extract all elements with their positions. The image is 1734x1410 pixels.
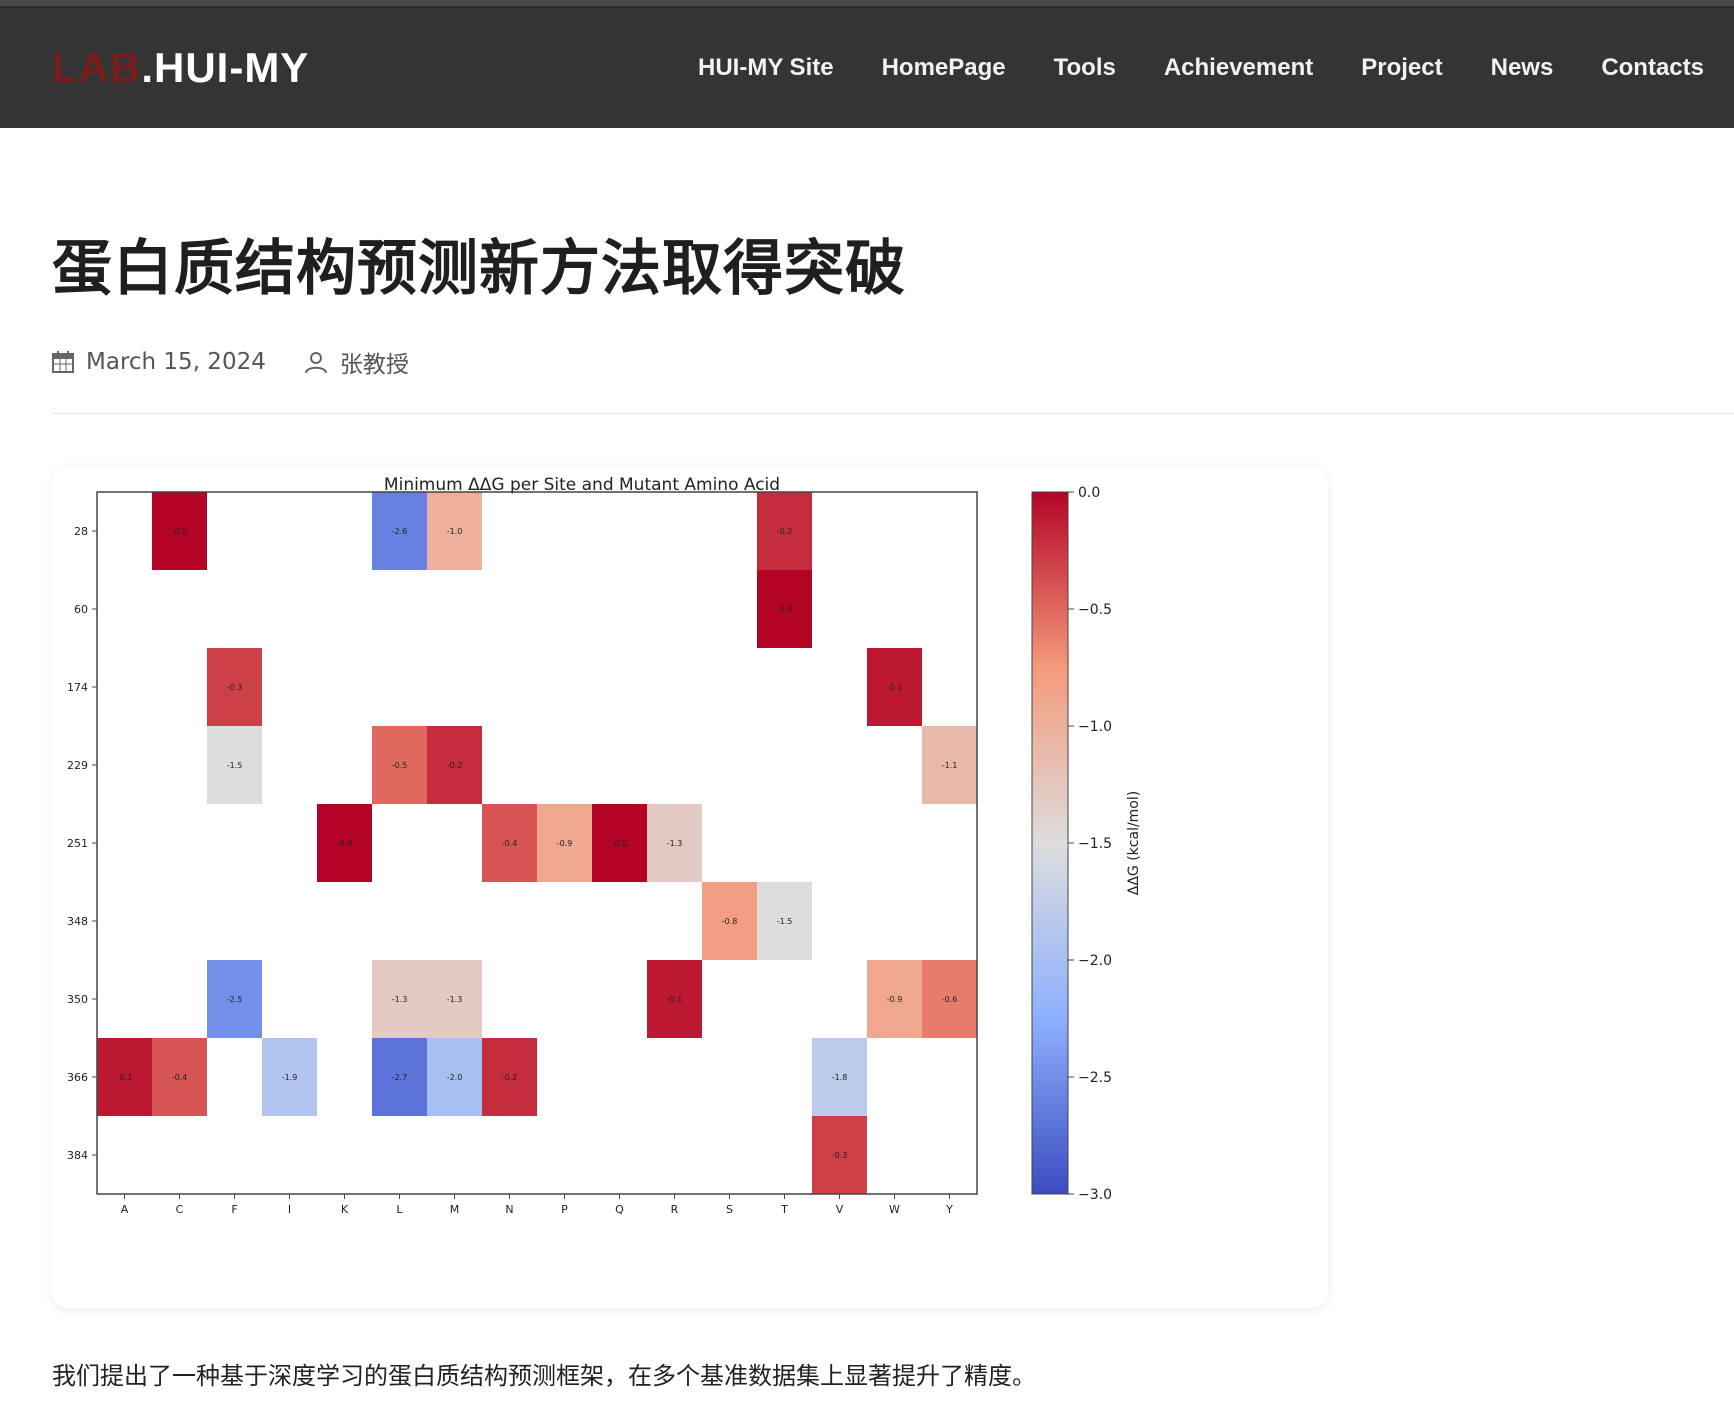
x-tick-label: P (561, 1203, 568, 1216)
divider (52, 413, 1734, 414)
cell-label: -0.0 (777, 605, 793, 614)
author-meta: 张教授 (304, 345, 409, 379)
x-tick-label: L (396, 1203, 403, 1216)
y-tick-label: 384 (67, 1149, 88, 1162)
colorbar-tick-label: −3.0 (1078, 1187, 1112, 1203)
site-logo[interactable]: LAB.HUI-MY (52, 44, 309, 92)
y-tick-label: 366 (67, 1071, 88, 1084)
cell-label: -0.3 (227, 683, 243, 692)
x-tick-label: F (231, 1203, 237, 1216)
cell-label: -2.7 (392, 1073, 408, 1082)
x-tick-label: S (726, 1203, 733, 1216)
nav-tools[interactable]: Tools (1054, 54, 1116, 82)
cell-label: -1.0 (447, 527, 463, 536)
y-tick-label: 60 (74, 603, 88, 616)
nav-project[interactable]: Project (1361, 54, 1442, 82)
cell-label: -0.9 (557, 839, 573, 848)
y-tick-label: 350 (67, 993, 88, 1006)
cell-label: -1.9 (282, 1073, 298, 1082)
cell-label: -0.2 (777, 527, 793, 536)
x-tick-label: Q (615, 1203, 624, 1216)
y-tick-label: 348 (67, 915, 88, 928)
cell-label: -0.8 (722, 917, 738, 926)
article-date: March 15, 2024 (86, 349, 266, 375)
nav-achievement[interactable]: Achievement (1164, 54, 1313, 82)
nav-hui-my-site[interactable]: HUI-MY Site (698, 54, 834, 82)
cell-label: -0.1 (117, 1073, 133, 1082)
cell-label: -1.5 (227, 761, 243, 770)
x-tick-label: I (288, 1203, 291, 1216)
main-nav: HUI-MY Site HomePage Tools Achievement P… (650, 54, 1704, 82)
colorbar-tick-label: −0.5 (1078, 602, 1112, 618)
article-title: 蛋白质结构预测新方法取得突破 (52, 234, 906, 304)
navbar: LAB.HUI-MY HUI-MY Site HomePage Tools Ac… (0, 8, 1734, 128)
article-body: 我们提出了一种基于深度学习的蛋白质结构预测框架，在多个基准数据集上显著提升了精度… (52, 1362, 1036, 1390)
top-border (0, 0, 1734, 8)
nav-homepage[interactable]: HomePage (882, 54, 1006, 82)
cell-label: -0.4 (502, 839, 518, 848)
cell-label: -1.8 (832, 1073, 848, 1082)
article: 蛋白质结构预测新方法取得突破 March 15, 2024 张教授 Minimu… (0, 220, 1734, 1391)
cell-label: -1.3 (392, 995, 408, 1004)
colorbar-tick-label: 0.0 (1078, 485, 1100, 501)
x-tick-label: R (671, 1203, 679, 1216)
article-meta: March 15, 2024 张教授 (52, 345, 1734, 379)
colorbar-tick-label: −1.0 (1078, 719, 1112, 735)
nav-news[interactable]: News (1491, 54, 1554, 82)
x-tick-label: K (341, 1203, 349, 1216)
cell-label: -0.0 (172, 527, 188, 536)
brand-suffix: .HUI-MY (141, 44, 310, 91)
cell-label: -2.5 (227, 995, 243, 1004)
cell-label: -1.3 (447, 995, 463, 1004)
cell-label: -1.3 (667, 839, 683, 848)
cell-label: -0.6 (942, 995, 958, 1004)
y-tick-label: 229 (67, 759, 88, 772)
x-tick-label: M (450, 1203, 460, 1216)
cell-label: -0.3 (832, 1151, 848, 1160)
cell-label: -2.6 (392, 527, 408, 536)
colorbar-label: ΔΔG (kcal/mol) (1126, 791, 1142, 895)
cell-label: -1.1 (942, 761, 958, 770)
x-tick-label: T (780, 1203, 788, 1216)
y-tick-label: 28 (74, 525, 88, 538)
cell-label: -0.2 (502, 1073, 518, 1082)
cell-label: -0.4 (172, 1073, 188, 1082)
cell-label: -2.0 (447, 1073, 463, 1082)
brand-prefix: LAB (52, 44, 142, 91)
cell-label: -0.9 (887, 995, 903, 1004)
colorbar-tick-label: −1.5 (1078, 836, 1112, 852)
article-author: 张教授 (339, 352, 409, 378)
heatmap-figure: Minimum ΔΔG per Site and Mutant Amino Ac… (52, 466, 1328, 1308)
nav-contacts[interactable]: Contacts (1601, 54, 1704, 82)
cell-label: -0.5 (392, 761, 408, 770)
heatmap-chart: Minimum ΔΔG per Site and Mutant Amino Ac… (67, 475, 1142, 1216)
x-tick-label: W (889, 1203, 900, 1216)
calendar-icon (52, 351, 74, 373)
date-meta: March 15, 2024 (52, 349, 266, 375)
colorbar (1031, 491, 1069, 1195)
x-tick-label: V (836, 1203, 844, 1216)
cell-label: -0.1 (667, 995, 683, 1004)
colorbar-tick-label: −2.0 (1078, 953, 1112, 969)
cell-label: -0.1 (887, 683, 903, 692)
x-tick-label: N (505, 1203, 513, 1216)
cell-label: -0.0 (337, 839, 353, 848)
y-tick-label: 251 (67, 837, 88, 850)
x-tick-label: C (176, 1203, 184, 1216)
user-icon (304, 352, 327, 374)
cell-label: -1.5 (777, 917, 793, 926)
x-tick-label: Y (945, 1203, 953, 1216)
colorbar-tick-label: −2.5 (1078, 1070, 1112, 1086)
x-tick-label: A (121, 1203, 129, 1216)
y-tick-label: 174 (67, 681, 88, 694)
cell-label: -0.0 (612, 839, 628, 848)
cell-label: -0.2 (447, 761, 463, 770)
